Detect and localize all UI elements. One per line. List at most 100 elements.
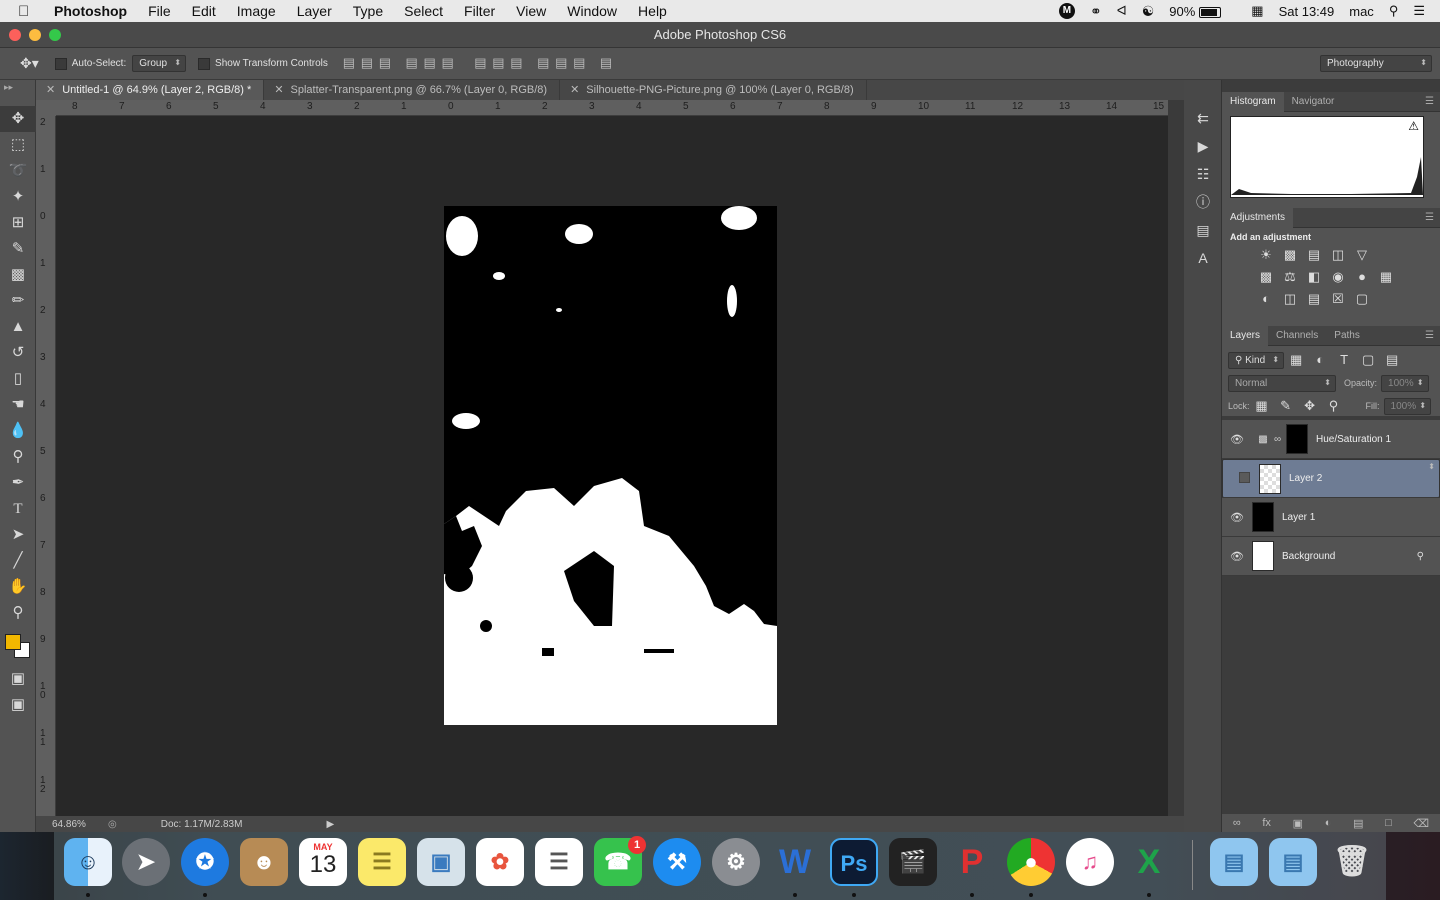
menu-app-name[interactable]: Photoshop: [54, 3, 127, 19]
close-tab-icon[interactable]: ✕: [274, 84, 283, 96]
lock-pixels-icon[interactable]: ✎: [1277, 397, 1295, 415]
blend-mode-dropdown[interactable]: Normal: [1228, 374, 1336, 392]
marquee-tool-icon[interactable]: ⬚: [0, 132, 36, 158]
history-panel-icon[interactable]: ⇇: [1184, 104, 1222, 132]
menu-help[interactable]: Help: [638, 3, 667, 19]
trash-icon[interactable]: 🗑: [1328, 838, 1376, 886]
tab-navigator[interactable]: Navigator: [1284, 92, 1343, 112]
notes-icon[interactable]: ☰: [358, 838, 406, 886]
color-lookup-icon[interactable]: ▦: [1377, 268, 1395, 286]
character-panel-icon[interactable]: A: [1184, 244, 1222, 272]
battery-percent[interactable]: 90%: [1169, 4, 1195, 19]
panel-menu-icon[interactable]: ☰: [1425, 330, 1434, 341]
color-balance-icon[interactable]: ⚖: [1281, 268, 1299, 286]
tab-channels[interactable]: Channels: [1268, 326, 1326, 346]
downloads-folder-icon[interactable]: ▤: [1210, 838, 1258, 886]
toolbox-collapse-icon[interactable]: ▸▸: [0, 80, 35, 106]
history-brush-tool-icon[interactable]: ↺: [0, 340, 36, 366]
visibility-eye-icon[interactable]: 👁: [1222, 511, 1252, 524]
excel-icon[interactable]: X: [1125, 838, 1173, 886]
layer-name[interactable]: Layer 2: [1289, 473, 1322, 484]
fill-input[interactable]: 100%: [1383, 397, 1432, 415]
notification-center-icon[interactable]: ☰: [1413, 3, 1425, 19]
panel-menu-icon[interactable]: ☰: [1425, 96, 1434, 107]
filter-adjustment-icon[interactable]: ◐: [1311, 351, 1329, 369]
distribute-bottom-icon[interactable]: ▤: [507, 55, 525, 73]
filter-type-icon[interactable]: T: [1335, 351, 1353, 369]
eyedropper-tool-icon[interactable]: ✎: [0, 236, 36, 262]
bluetooth-icon[interactable]: ᐊ: [1117, 3, 1127, 19]
add-mask-icon[interactable]: ▣: [1293, 817, 1303, 830]
align-bottom-icon[interactable]: ▤: [376, 55, 394, 73]
filter-shape-icon[interactable]: ▢: [1359, 351, 1377, 369]
layer-row-layer-2[interactable]: Layer 2: [1222, 459, 1440, 498]
contacts-icon[interactable]: ☻: [240, 838, 288, 886]
foreground-color-swatch[interactable]: [5, 634, 21, 650]
status-info-icon[interactable]: ◎: [108, 819, 117, 830]
magic-wand-tool-icon[interactable]: ✦: [0, 184, 36, 210]
layer-row-hue-saturation[interactable]: 👁 ▩ ∞ Hue/Saturation 1: [1222, 420, 1440, 459]
menu-image[interactable]: Image: [237, 3, 276, 19]
new-group-icon[interactable]: ▤: [1353, 817, 1363, 830]
lasso-tool-icon[interactable]: ➰: [0, 158, 36, 184]
invert-icon[interactable]: ◐: [1257, 290, 1275, 308]
finder-icon[interactable]: ☺: [64, 838, 112, 886]
menu-select[interactable]: Select: [404, 3, 443, 19]
layer-row-background[interactable]: 👁 Background ⚲: [1222, 537, 1440, 576]
apple-icon[interactable]: : [18, 3, 40, 20]
lock-transparent-icon[interactable]: ▦: [1253, 397, 1271, 415]
tab-paths[interactable]: Paths: [1326, 326, 1368, 346]
type-tool-icon[interactable]: T: [0, 496, 36, 522]
brush-tool-icon[interactable]: ✏: [0, 288, 36, 314]
menu-layer[interactable]: Layer: [297, 3, 332, 19]
link-chain-icon[interactable]: ∞: [1274, 434, 1286, 445]
creative-cloud-icon[interactable]: ⚭: [1090, 3, 1102, 20]
delete-layer-icon[interactable]: ⌫: [1414, 817, 1430, 830]
auto-select-checkbox[interactable]: [54, 57, 72, 70]
path-selection-tool-icon[interactable]: ➤: [0, 522, 36, 548]
close-tab-icon[interactable]: ✕: [46, 84, 55, 96]
status-menu-arrow-icon[interactable]: ▶: [326, 819, 334, 830]
opacity-input[interactable]: 100%: [1381, 374, 1429, 392]
system-preferences-icon[interactable]: ⚙: [712, 838, 760, 886]
levels-icon[interactable]: ▩: [1281, 246, 1299, 264]
filter-pixel-icon[interactable]: ▦: [1287, 351, 1305, 369]
layer-mask-thumbnail[interactable]: [1286, 424, 1308, 454]
menu-type[interactable]: Type: [353, 3, 383, 19]
user-name[interactable]: mac: [1349, 4, 1374, 19]
battery-icon[interactable]: [1199, 4, 1236, 19]
zoom-level[interactable]: 64.86%: [52, 819, 92, 830]
safari-icon[interactable]: ✪: [181, 838, 229, 886]
layer-row-layer-1[interactable]: 👁 Layer 1: [1222, 498, 1440, 537]
calendar-icon[interactable]: MAY 13: [299, 838, 347, 886]
document-canvas[interactable]: [444, 206, 777, 725]
align-hcenter-icon[interactable]: ▤: [421, 55, 439, 73]
tab-splatter-transparent[interactable]: ✕ Splatter-Transparent.png @ 66.7% (Layer…: [264, 80, 561, 100]
zoom-tool-icon[interactable]: ⚲: [0, 600, 36, 626]
posterize-icon[interactable]: ◫: [1281, 290, 1299, 308]
photoshop-icon[interactable]: Ps: [830, 838, 878, 886]
filter-smart-object-icon[interactable]: ▤: [1383, 351, 1401, 369]
link-layers-icon[interactable]: ∞: [1233, 817, 1241, 829]
align-vcenter-icon[interactable]: ▤: [358, 55, 376, 73]
hand-tool-icon[interactable]: ✋: [0, 574, 36, 600]
documents-folder-icon[interactable]: ▤: [1269, 838, 1317, 886]
brightness-contrast-icon[interactable]: ☀: [1257, 246, 1275, 264]
threshold-icon[interactable]: ▤: [1305, 290, 1323, 308]
visibility-toggle-hidden[interactable]: [1229, 471, 1259, 486]
layer-thumbnail[interactable]: [1252, 541, 1274, 571]
app-store-icon[interactable]: ⚒: [653, 838, 701, 886]
blur-tool-icon[interactable]: 💧: [0, 418, 36, 444]
dodge-tool-icon[interactable]: ⚲: [0, 444, 36, 470]
tab-layers[interactable]: Layers: [1222, 325, 1269, 346]
layer-name[interactable]: Layer 1: [1282, 512, 1315, 523]
tab-untitled-1[interactable]: ✕ Untitled-1 @ 64.9% (Layer 2, RGB/8) *: [36, 80, 265, 100]
lock-position-icon[interactable]: ✥: [1301, 397, 1319, 415]
panel-menu-icon[interactable]: ☰: [1425, 212, 1434, 223]
ruler-corner[interactable]: [36, 100, 56, 116]
healing-brush-tool-icon[interactable]: ▩: [0, 262, 36, 288]
align-top-icon[interactable]: ▤: [340, 55, 358, 73]
exposure-icon[interactable]: ◫: [1329, 246, 1347, 264]
menu-view[interactable]: View: [516, 3, 546, 19]
m-status-icon[interactable]: M: [1058, 3, 1075, 19]
